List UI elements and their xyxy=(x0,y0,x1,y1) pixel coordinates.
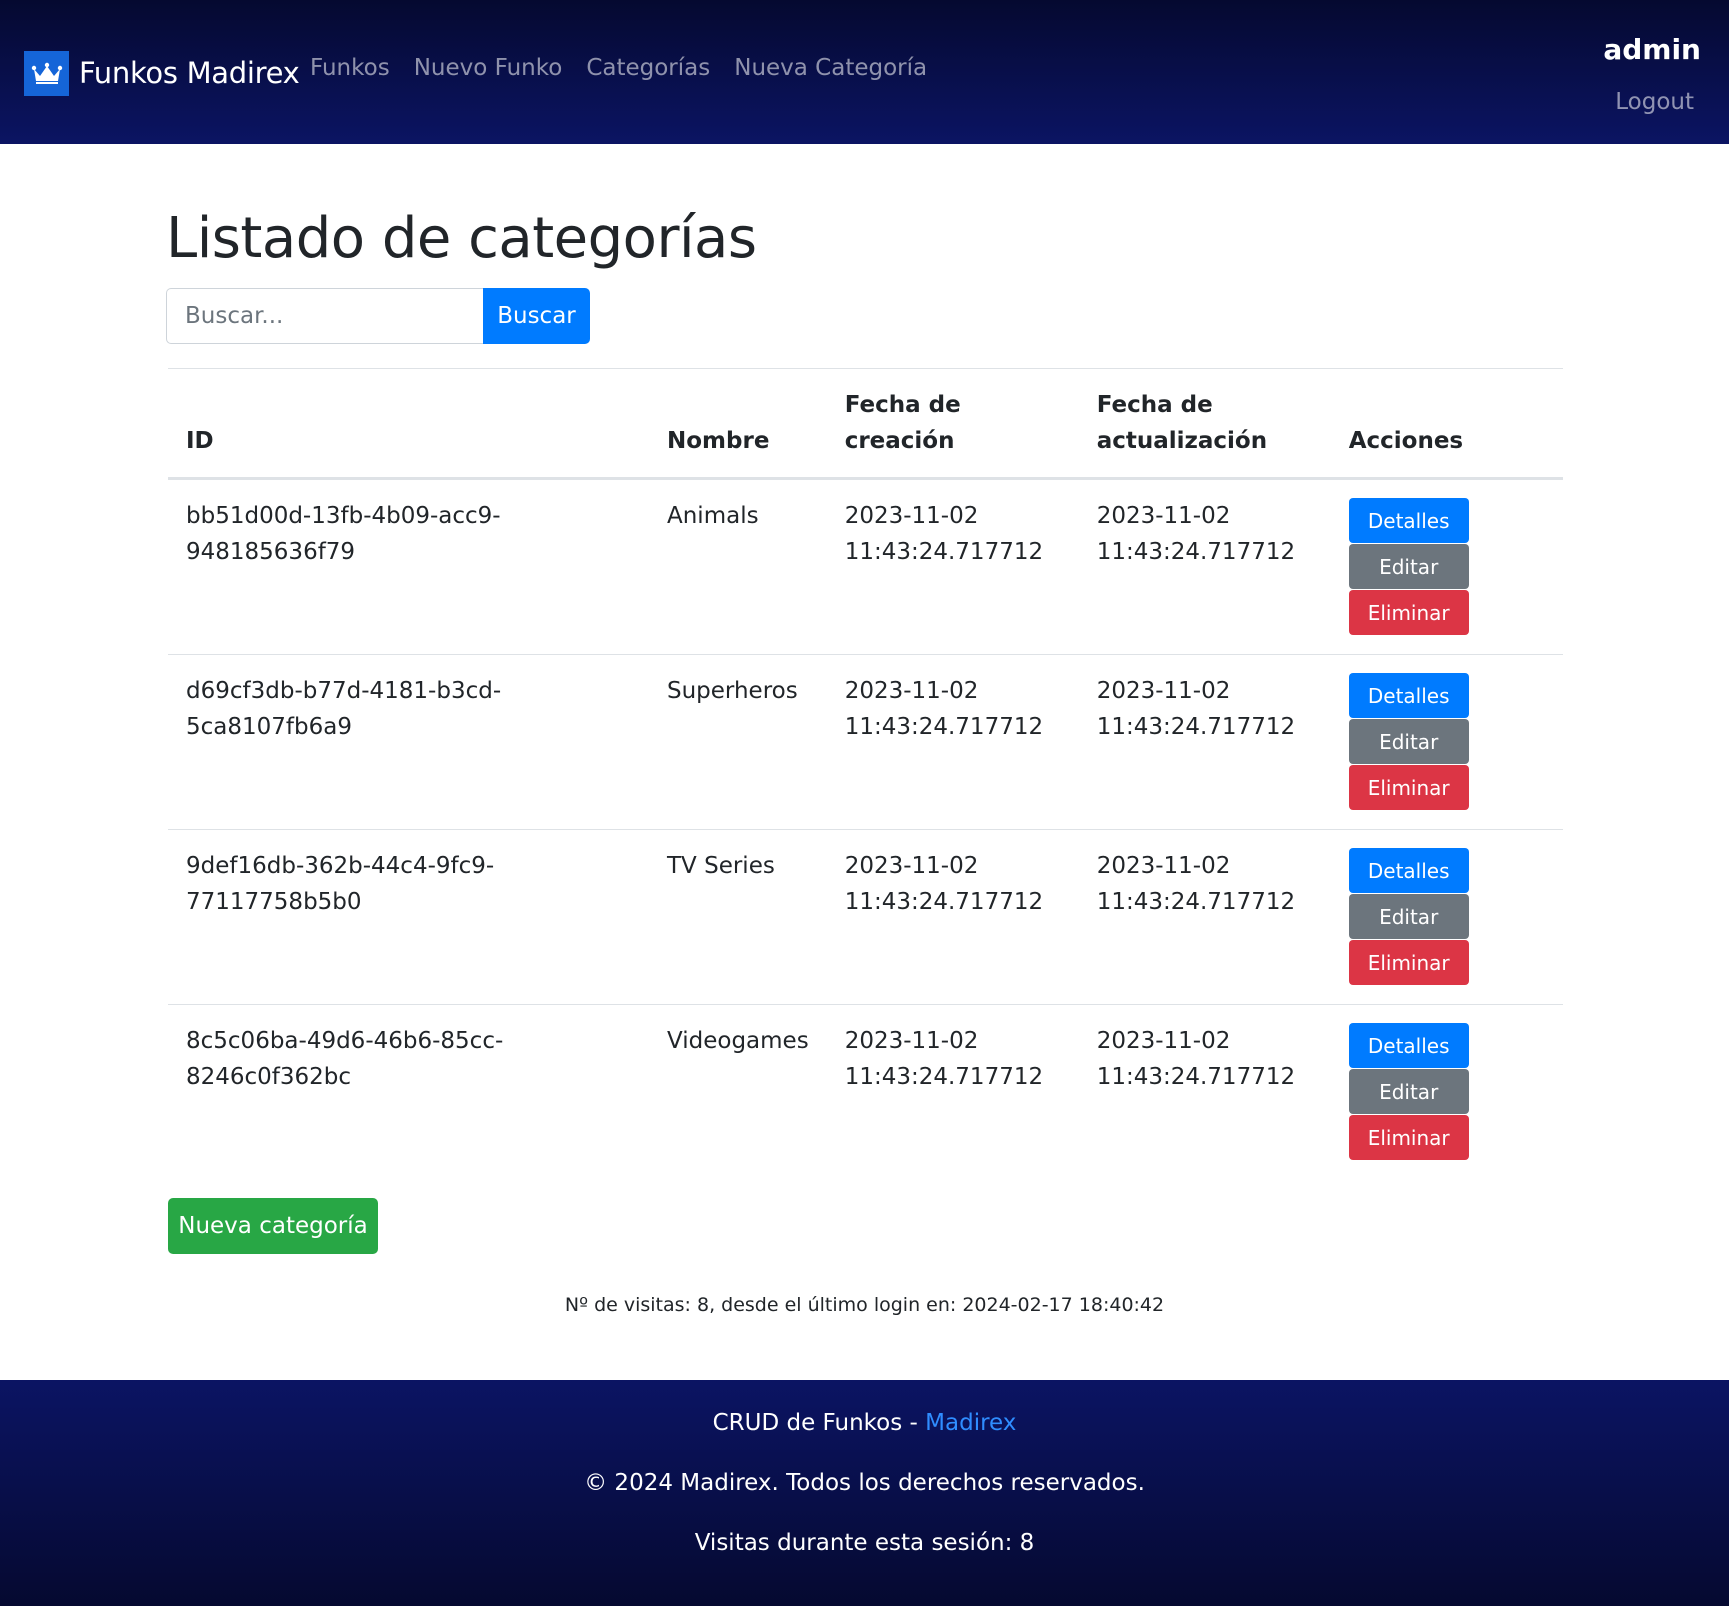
delete-button[interactable]: Eliminar xyxy=(1348,940,1469,985)
page-title: Listado de categorías xyxy=(166,206,757,271)
footer-copyright: © 2024 Madirex. Todos los derechos reser… xyxy=(584,1470,1145,1496)
row-actions: Detalles Editar Eliminar xyxy=(1348,498,1469,636)
cell-acciones: Detalles Editar Eliminar xyxy=(1331,1005,1563,1180)
crown-icon xyxy=(24,50,69,96)
cell-fecha-actualizacion: 2023-11-02 11:43:24.717712 xyxy=(1079,830,1331,1005)
cell-nombre: TV Series xyxy=(667,853,775,879)
edit-button[interactable]: Editar xyxy=(1348,894,1469,939)
top-navbar: Funkos Madirex Funkos Nuevo Funko Catego… xyxy=(0,0,1729,144)
delete-button[interactable]: Eliminar xyxy=(1348,1115,1469,1160)
footer-madirex-link[interactable]: Madirex xyxy=(925,1410,1016,1436)
cell-fecha-creacion: 2023-11-02 11:43:24.717712 xyxy=(827,655,1079,830)
details-button[interactable]: Detalles xyxy=(1348,848,1469,893)
updated-time: 11:43:24.717712 xyxy=(1096,714,1296,740)
search-button[interactable]: Buscar xyxy=(483,288,590,344)
nav-link-categorias[interactable]: Categorías xyxy=(586,55,710,81)
details-button[interactable]: Detalles xyxy=(1348,673,1469,718)
updated-date: 2023-11-02 xyxy=(1096,678,1231,704)
updated-date: 2023-11-02 xyxy=(1096,503,1231,529)
cell-id: 9def16db-362b-44c4-9fc9-77117758b5b0 xyxy=(186,853,495,915)
search-form: Buscar xyxy=(166,288,590,344)
footer-credit-prefix: CRUD de Funkos - xyxy=(712,1410,926,1436)
brand-name: Funkos Madirex xyxy=(79,56,300,90)
header-fecha-creacion: Fecha de creación xyxy=(844,392,961,454)
cell-id: 8c5c06ba-49d6-46b6-85cc-8246c0f362bc xyxy=(186,1028,504,1090)
updated-date: 2023-11-02 xyxy=(1096,853,1231,879)
categories-table: ID Nombre Fecha de creación Fecha de act… xyxy=(168,368,1563,1179)
table-header: ID Nombre Fecha de creación Fecha de act… xyxy=(168,368,1563,479)
cell-nombre: Videogames xyxy=(667,1028,809,1054)
created-time: 11:43:24.717712 xyxy=(844,539,1044,565)
delete-button[interactable]: Eliminar xyxy=(1348,765,1469,810)
table-row: 8c5c06ba-49d6-46b6-85cc-8246c0f362bc Vid… xyxy=(168,1004,1563,1180)
header-fecha-actualizacion: Fecha de actualización xyxy=(1096,392,1268,454)
username: admin xyxy=(1603,33,1701,66)
footer-session-visits: Visitas durante esta sesión: 8 xyxy=(694,1530,1035,1556)
updated-date: 2023-11-02 xyxy=(1096,1028,1231,1054)
search-input[interactable] xyxy=(166,288,483,344)
created-date: 2023-11-02 xyxy=(844,503,979,529)
row-actions: Detalles Editar Eliminar xyxy=(1348,1023,1469,1161)
details-button[interactable]: Detalles xyxy=(1348,498,1469,543)
edit-button[interactable]: Editar xyxy=(1348,544,1469,589)
table-row: d69cf3db-b77d-4181-b3cd-5ca8107fb6a9 Sup… xyxy=(168,654,1563,830)
created-time: 11:43:24.717712 xyxy=(844,714,1044,740)
new-category-button[interactable]: Nueva categoría xyxy=(168,1198,378,1254)
cell-nombre: Superheros xyxy=(667,678,798,704)
cell-nombre: Animals xyxy=(667,503,759,529)
cell-id: d69cf3db-b77d-4181-b3cd-5ca8107fb6a9 xyxy=(186,678,502,740)
cell-acciones: Detalles Editar Eliminar xyxy=(1331,830,1563,1005)
updated-time: 11:43:24.717712 xyxy=(1096,889,1296,915)
created-time: 11:43:24.717712 xyxy=(844,889,1044,915)
nav-link-funkos[interactable]: Funkos xyxy=(310,55,390,81)
created-time: 11:43:24.717712 xyxy=(844,1064,1044,1090)
header-id: ID xyxy=(186,428,214,454)
edit-button[interactable]: Editar xyxy=(1348,1069,1469,1114)
footer-credit: CRUD de Funkos - Madirex xyxy=(0,1410,1729,1436)
cell-fecha-creacion: 2023-11-02 11:43:24.717712 xyxy=(827,830,1079,1005)
created-date: 2023-11-02 xyxy=(844,853,979,879)
updated-time: 11:43:24.717712 xyxy=(1096,539,1296,565)
categories-table-container: ID Nombre Fecha de creación Fecha de act… xyxy=(168,368,1563,1179)
cell-fecha-actualizacion: 2023-11-02 11:43:24.717712 xyxy=(1079,655,1331,830)
cell-acciones: Detalles Editar Eliminar xyxy=(1331,479,1563,655)
details-button[interactable]: Detalles xyxy=(1348,1023,1469,1068)
logout-link[interactable]: Logout xyxy=(1615,89,1694,115)
header-nombre: Nombre xyxy=(667,428,770,454)
footer: CRUD de Funkos - Madirex © 2024 Madirex.… xyxy=(0,1380,1729,1606)
visits-note: Nº de visitas: 8, desde el último login … xyxy=(564,1294,1165,1316)
header-acciones: Acciones xyxy=(1348,428,1464,454)
cell-fecha-actualizacion: 2023-11-02 11:43:24.717712 xyxy=(1079,1005,1331,1180)
table-row: bb51d00d-13fb-4b09-acc9-948185636f79 Ani… xyxy=(168,479,1563,655)
cell-fecha-creacion: 2023-11-02 11:43:24.717712 xyxy=(827,1005,1079,1180)
nav-menu: Funkos Nuevo Funko Categorías Nueva Cate… xyxy=(310,55,951,81)
created-date: 2023-11-02 xyxy=(844,1028,979,1054)
created-date: 2023-11-02 xyxy=(844,678,979,704)
updated-time: 11:43:24.717712 xyxy=(1096,1064,1296,1090)
table-row: 9def16db-362b-44c4-9fc9-77117758b5b0 TV … xyxy=(168,829,1563,1005)
row-actions: Detalles Editar Eliminar xyxy=(1348,848,1469,986)
cell-id: bb51d00d-13fb-4b09-acc9-948185636f79 xyxy=(186,503,501,565)
row-actions: Detalles Editar Eliminar xyxy=(1348,673,1469,811)
brand-link[interactable]: Funkos Madirex xyxy=(24,50,300,96)
delete-button[interactable]: Eliminar xyxy=(1348,590,1469,635)
edit-button[interactable]: Editar xyxy=(1348,719,1469,764)
nav-link-nuevo-funko[interactable]: Nuevo Funko xyxy=(414,55,563,81)
nav-link-nueva-categoria[interactable]: Nueva Categoría xyxy=(734,55,927,81)
cell-acciones: Detalles Editar Eliminar xyxy=(1331,655,1563,830)
cell-fecha-creacion: 2023-11-02 11:43:24.717712 xyxy=(827,479,1079,655)
cell-fecha-actualizacion: 2023-11-02 11:43:24.717712 xyxy=(1079,479,1331,655)
